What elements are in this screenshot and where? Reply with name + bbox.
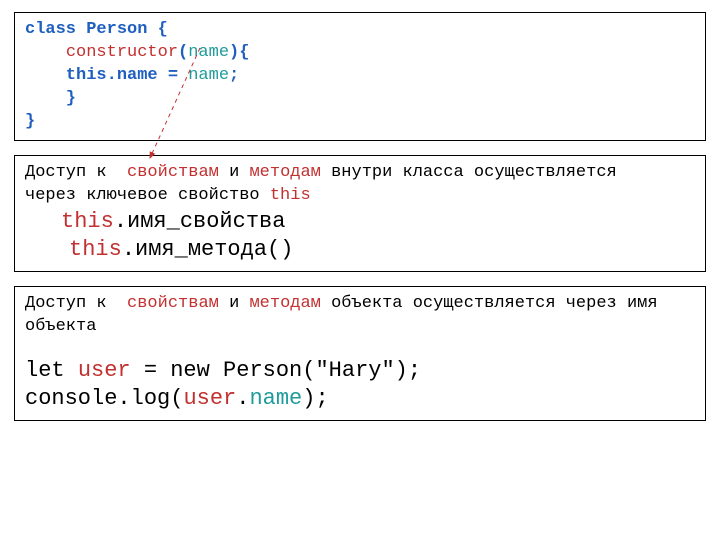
param-name: name xyxy=(188,43,229,62)
note-line: Доступ к свойствам и методам внутри клас… xyxy=(25,162,695,185)
note-line: Доступ к свойствам и методам объекта осу… xyxy=(25,293,695,316)
example-this-property: this.имя_свойства xyxy=(25,208,695,237)
code-line-2: constructor(name){ xyxy=(25,42,695,65)
kw-class: class xyxy=(25,20,86,39)
note-object-access: Доступ к свойствам и методам объекта осу… xyxy=(14,286,706,421)
code-block: class Person { constructor(name){ this.n… xyxy=(14,12,706,141)
code-line-3: this.name = name; xyxy=(25,65,695,88)
code-line-5: } xyxy=(25,111,695,134)
kw-constructor: constructor xyxy=(66,43,178,62)
code-line-4: } xyxy=(25,88,695,111)
note-line: через ключевое свойство this xyxy=(25,185,695,208)
example-code-line: let user = new Person("Hary"); xyxy=(25,357,695,386)
note-this-access: Доступ к свойствам и методам внутри клас… xyxy=(14,155,706,272)
example-code-line: console.log(user.name); xyxy=(25,385,695,414)
code-line-1: class Person { xyxy=(25,19,695,42)
class-name: Person { xyxy=(86,20,168,39)
note-line: объекта xyxy=(25,316,695,339)
blank-line xyxy=(25,339,695,357)
example-this-method: this.имя_метода() xyxy=(25,236,695,265)
